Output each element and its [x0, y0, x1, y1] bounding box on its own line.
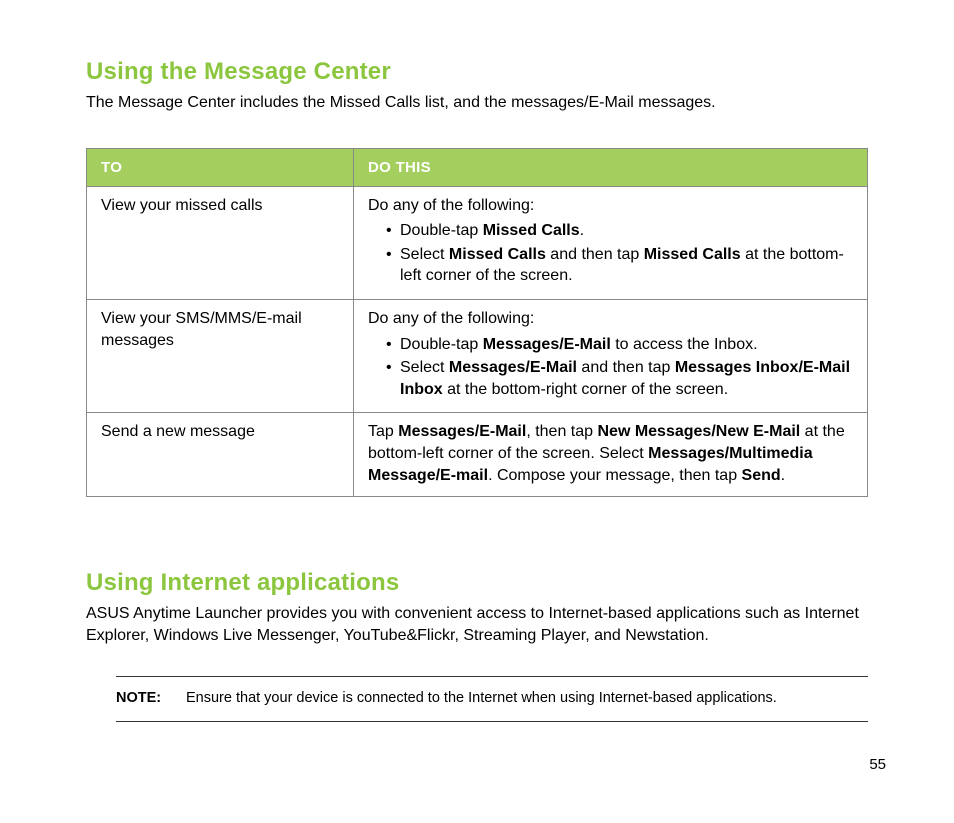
cell-to: Send a new message: [87, 413, 354, 497]
cell-do: Do any of the following:Double-tap Messa…: [354, 299, 868, 412]
table-header-do: DO THIS: [354, 148, 868, 186]
section2-heading: Using Internet applications: [86, 569, 868, 597]
page-number: 55: [869, 756, 886, 773]
table-row: Send a new messageTap Messages/E-Mail, t…: [87, 413, 868, 497]
cell-to: View your missed calls: [87, 186, 354, 299]
cell-to: View your SMS/MMS/E-mail messages: [87, 299, 354, 412]
table-header-to: TO: [87, 148, 354, 186]
cell-do: Tap Messages/E-Mail, then tap New Messag…: [354, 413, 868, 497]
note-text: Ensure that your device is connected to …: [186, 689, 777, 709]
section2-intro: ASUS Anytime Launcher provides you with …: [86, 603, 868, 646]
document-page: Using the Message Center The Message Cen…: [0, 0, 954, 722]
section1-heading: Using the Message Center: [86, 58, 868, 86]
section2: Using Internet applications ASUS Anytime…: [86, 569, 868, 722]
section1-intro: The Message Center includes the Missed C…: [86, 92, 868, 114]
cell-do: Do any of the following:Double-tap Misse…: [354, 186, 868, 299]
note-block: NOTE: Ensure that your device is connect…: [116, 676, 868, 722]
instruction-table: TO DO THIS View your missed callsDo any …: [86, 148, 868, 498]
table-row: View your missed callsDo any of the foll…: [87, 186, 868, 299]
table-row: View your SMS/MMS/E-mail messagesDo any …: [87, 299, 868, 412]
note-label: NOTE:: [116, 689, 186, 709]
